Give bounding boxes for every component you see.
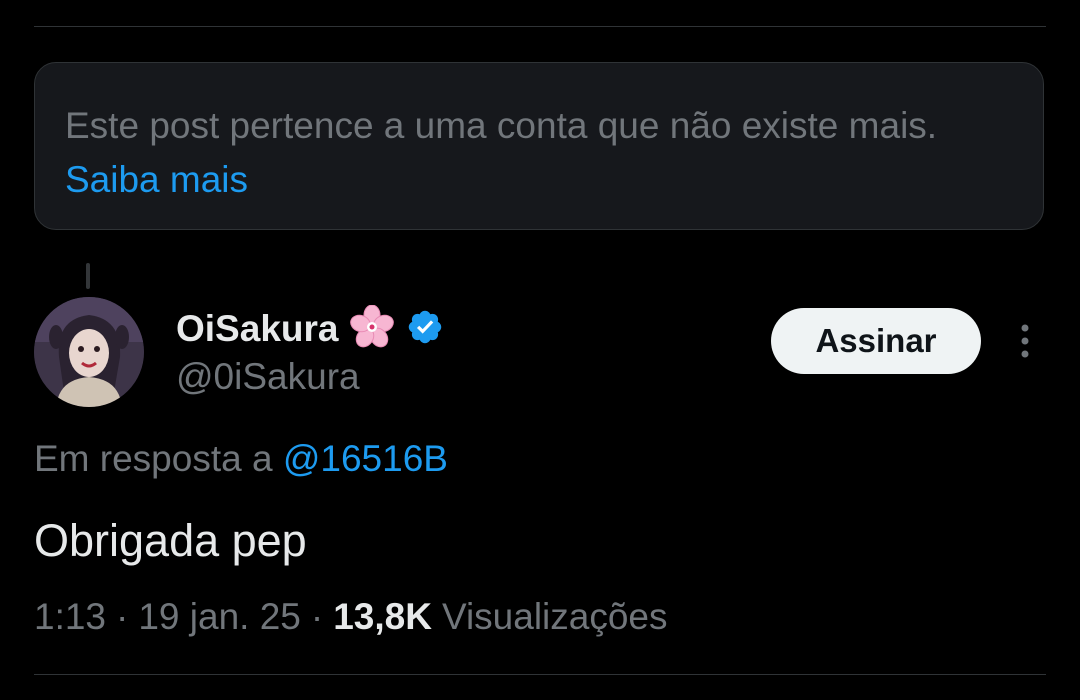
bottom-divider [34,674,1046,675]
author-handle[interactable]: @0iSakura [176,356,360,398]
avatar[interactable] [34,297,144,407]
reply-context: Em resposta a @16516B [34,438,448,480]
reply-prefix: Em resposta a [34,438,273,479]
avatar-image [34,297,144,407]
reply-mention-link[interactable]: @16516B [283,438,448,479]
tweet-time[interactable]: 1:13 [34,596,106,638]
thread-connector-line [86,263,90,289]
more-vertical-icon[interactable] [1011,322,1039,362]
cherry-blossom-emoji [350,304,395,354]
tweet-meta: 1:13 · 19 jan. 25 · 13,8K Visualizações [34,596,668,638]
tweet-text: Obrigada pep [34,515,307,566]
tweet-date[interactable]: 19 jan. 25 [138,596,301,638]
views-count: 13,8K [333,596,432,637]
meta-separator: · [116,596,129,637]
meta-separator: · [310,596,324,637]
deleted-account-notice: Este post pertence a uma conta que não e… [34,62,1044,230]
notice-text: Este post pertence a uma conta que não e… [65,105,938,146]
top-divider [34,26,1046,27]
subscribe-button[interactable]: Assinar [771,308,981,374]
learn-more-link[interactable]: Saiba mais [65,159,248,200]
tweet-detail-view: Este post pertence a uma conta que não e… [0,0,1080,700]
views-label: Visualizações [441,596,668,637]
author-display-name[interactable]: OiSakura [176,308,338,350]
author-name-row: OiSakura [176,304,444,354]
verified-badge-icon[interactable] [406,308,444,351]
